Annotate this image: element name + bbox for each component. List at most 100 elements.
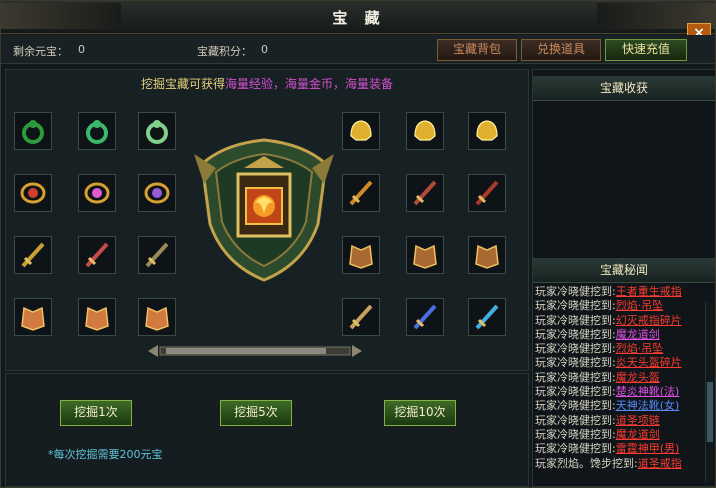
dark-sword-icon [21,242,45,268]
log-player: 玩家冷晓健挖到: [535,399,616,413]
treasure-slot[interactable] [14,174,52,212]
treasure-slot[interactable] [138,174,176,212]
treasure-slot[interactable] [342,298,380,336]
log-player: 玩家烈焰。馋步挖到: [535,456,638,470]
treasure-slot[interactable] [78,112,116,150]
news-log-item: 玩家烈焰。馋步挖到:道圣戒指 [535,457,703,471]
treasure-slot[interactable] [14,298,52,336]
pink-bracelet-icon [84,182,110,204]
log-item-link[interactable]: 道圣项链 [616,414,660,427]
news-log-item: 玩家冷晓健挖到:魔龙道剑 [535,328,703,342]
news-log-item: 玩家冷晓健挖到:魔龙道剑 [535,428,703,442]
log-player: 玩家冷晓健挖到: [535,313,616,327]
news-log-item: 玩家冷晓健挖到:天神法靴(女) [535,399,703,413]
remaining-yuanbao-value: 0 [78,43,85,56]
log-item-link[interactable]: 天神法靴(女) [616,399,680,412]
news-title: 宝藏秘闻 [533,258,715,283]
log-item-link[interactable]: 烈焰·吊坠 [616,342,664,355]
treasure-slot[interactable] [14,236,52,274]
remaining-yuanbao-label: 剩余元宝： [13,45,68,58]
winged-armor-icon [85,306,109,331]
gold-helmet-icon [414,120,436,141]
purple-bracelet-icon [144,182,170,204]
side-panel: 宝藏收获 宝藏秘闻 玩家冷晓健挖到:王者重生戒指 玩家冷晓健挖到:烈焰·吊坠 玩家冷… [532,69,715,487]
treasure-window: 宝 藏 × 剩余元宝： 0 宝藏积分： 0 宝藏背包 兑换道具 快速充值 挖掘宝… [0,0,716,488]
log-player: 玩家冷晓健挖到: [535,327,616,341]
treasure-slot[interactable] [406,174,444,212]
log-item-link[interactable]: 雷霆神甲(男) [616,442,680,455]
news-log-item: 玩家冷晓健挖到:烈焰·吊坠 [535,299,703,313]
treasure-slot[interactable] [14,112,52,150]
treasure-grid-panel: 挖掘宝藏可获得海量经验，海量金币，海量装备 [5,69,529,371]
news-scrollbar[interactable] [705,302,714,482]
ruby-bracelet-icon [20,182,46,204]
winged-armor-icon [21,306,45,331]
log-item-link[interactable]: 魔龙道剑 [616,328,660,341]
treasure-slot[interactable] [406,236,444,274]
log-item-link[interactable]: 道圣戒指 [638,457,682,470]
item-scrollbar[interactable] [148,344,362,358]
news-log-item: 玩家冷晓健挖到:道圣项链 [535,414,703,428]
crimson-sword-icon [475,180,499,206]
treasure-slot[interactable] [78,236,116,274]
bronze-armor-icon [413,244,437,269]
treasure-slot[interactable] [468,174,506,212]
green-ring-icon [22,120,44,144]
treasure-banner: 挖掘宝藏可获得海量经验，海量金币，海量装备 [6,70,528,98]
dig-ten-button[interactable]: 挖掘10次 [384,400,456,426]
magic-staff-icon [85,242,109,268]
azure-sword-icon [475,304,499,330]
banner-highlights: 海量经验，海量金币，海量装备 [225,77,394,91]
news-log-item: 玩家冷晓健挖到:王者重生戒指 [535,285,703,299]
log-player: 玩家冷晓健挖到: [535,342,616,356]
window-title: 宝 藏 [332,9,386,27]
dig-five-button[interactable]: 挖掘5次 [220,400,292,426]
treasure-slot[interactable] [138,112,176,150]
quick-recharge-button[interactable]: 快速充值 [605,39,687,61]
title-bar: 宝 藏 [1,1,715,34]
log-item-link[interactable]: 魔龙道剑 [616,428,660,441]
log-item-link[interactable]: 王者重生戒指 [616,285,682,298]
bone-sword-icon [145,242,169,268]
treasure-slot[interactable] [342,112,380,150]
log-item-link[interactable]: 幻灭戒指碎片 [616,314,682,327]
treasure-slot[interactable] [78,298,116,336]
harvest-title: 宝藏收获 [533,76,715,101]
spear-icon [413,180,437,206]
news-log-item: 玩家冷晓健挖到:幻灭戒指碎片 [535,314,703,328]
treasure-slot[interactable] [468,112,506,150]
treasure-slot[interactable] [342,236,380,274]
blue-staff-icon [413,304,437,330]
dig-panel: 挖掘1次 挖掘5次 挖掘10次 *每次挖掘需要200元宝 [5,373,529,487]
log-item-link[interactable]: 魔龙头盔 [616,371,660,384]
log-item-link[interactable]: 炎天头盔碎片 [616,356,682,369]
log-player: 玩家冷晓健挖到: [535,285,616,298]
exchange-items-button[interactable]: 兑换道具 [521,39,601,61]
log-player: 玩家冷晓健挖到: [535,413,616,427]
dig-cost-note: *每次挖掘需要200元宝 [48,448,163,461]
flame-blade-icon [349,180,373,206]
gold-helmet-icon [350,120,372,141]
treasure-slot[interactable] [138,298,176,336]
winged-armor-icon [145,306,169,331]
dig-once-button[interactable]: 挖掘1次 [60,400,132,426]
treasure-slot[interactable] [78,174,116,212]
treasure-bag-button[interactable]: 宝藏背包 [437,39,517,61]
log-item-link[interactable]: 楚炎神靴(法) [616,385,680,398]
treasure-points-label: 宝藏积分： [197,45,252,58]
treasure-slot[interactable] [406,112,444,150]
news-log-item: 玩家冷晓健挖到:炎天头盔碎片 [535,356,703,370]
treasure-slot[interactable] [468,298,506,336]
treasure-slot[interactable] [406,298,444,336]
log-player: 玩家冷晓健挖到: [535,356,616,370]
treasure-slot[interactable] [138,236,176,274]
log-player: 玩家冷晓健挖到: [535,370,616,384]
log-item-link[interactable]: 烈焰·吊坠 [616,299,664,312]
treasure-slot[interactable] [468,236,506,274]
silver-ring-icon [146,120,168,144]
bronze-armor-icon [349,244,373,269]
news-log-item: 玩家冷晓健挖到:楚炎神靴(法) [535,385,703,399]
treasure-slot[interactable] [342,174,380,212]
jade-ring-icon [86,120,108,144]
scroll-thumb[interactable] [707,382,713,442]
